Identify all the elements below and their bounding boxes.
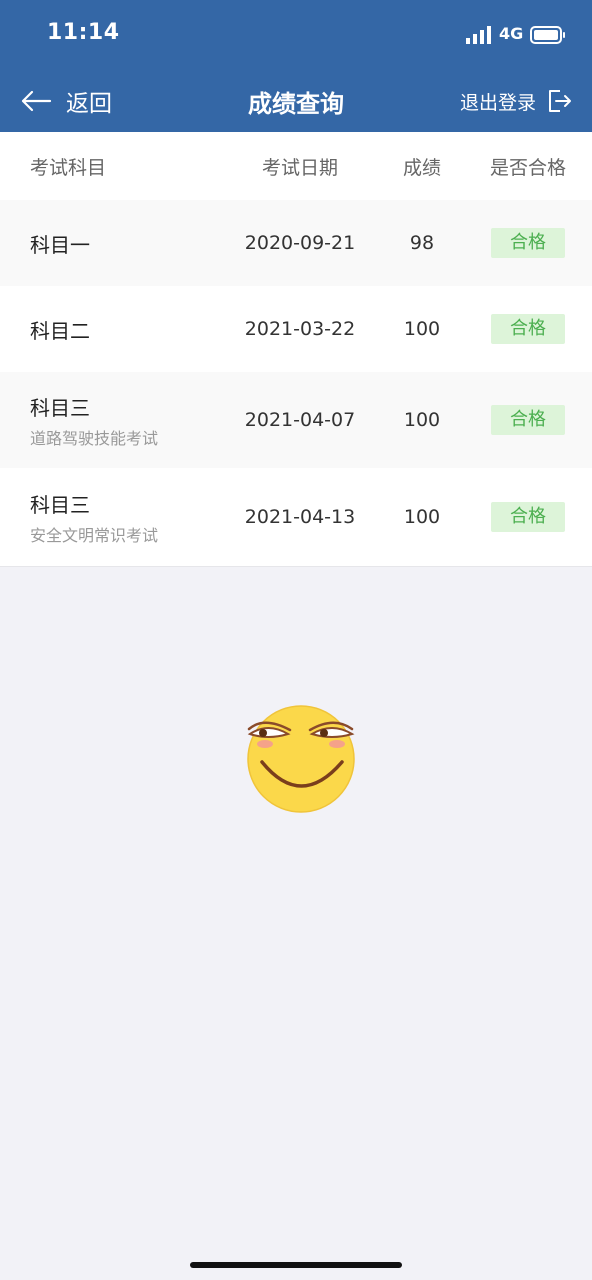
subject-name: 科目三 [30, 395, 90, 420]
pass-badge: 合格 [491, 502, 565, 532]
network-type: 4G [499, 24, 524, 43]
app-header: 11:14 4G 返回 成绩查询 退出登录 [0, 0, 592, 132]
subject-subtitle: 道路驾驶技能考试 [30, 428, 159, 448]
pass-badge: 合格 [491, 314, 565, 344]
table-row: 科目二 2021-03-22 100 合格 [0, 286, 592, 372]
header-date: 考试日期 [261, 156, 338, 179]
subject-name: 科目一 [30, 232, 90, 257]
header-pass: 是否合格 [489, 156, 566, 179]
signal-icon [466, 26, 491, 44]
table-header: 考试科目 考试日期 成绩 是否合格 [0, 132, 592, 200]
subject-cell: 科目三 道路驾驶技能考试 [0, 392, 232, 449]
pass-badge: 合格 [491, 405, 565, 435]
header-score: 成绩 [402, 156, 441, 179]
subject-cell: 科目二 [0, 315, 232, 344]
pass-badge: 合格 [491, 228, 565, 258]
score-table: 考试科目 考试日期 成绩 是否合格 科目一 2020-09-21 98 合格 科… [0, 132, 592, 567]
arrow-left-icon [21, 90, 52, 112]
status-bar: 11:14 4G [0, 0, 592, 72]
date-cell: 2021-04-07 [244, 409, 356, 431]
subject-subtitle: 安全文明常识考试 [30, 525, 159, 545]
nav-bar: 返回 成绩查询 退出登录 [0, 72, 592, 132]
pass-cell: 合格 [476, 502, 580, 532]
pass-cell: 合格 [476, 314, 580, 344]
subject-name: 科目二 [30, 318, 90, 343]
header-subject: 考试科目 [30, 156, 107, 179]
subject-name: 科目三 [30, 492, 90, 517]
date-cell: 2021-03-22 [244, 318, 356, 340]
battery-icon [530, 26, 565, 44]
subject-cell: 科目一 [0, 229, 232, 258]
back-label: 返回 [66, 91, 112, 117]
pass-cell: 合格 [476, 228, 580, 258]
pass-cell: 合格 [476, 405, 580, 435]
back-button[interactable]: 返回 [20, 82, 112, 120]
table-row: 科目三 道路驾驶技能考试 2021-04-07 100 合格 [0, 372, 592, 468]
logout-label: 退出登录 [459, 91, 536, 114]
date-cell: 2021-04-13 [244, 506, 356, 528]
score-cell: 100 [403, 506, 441, 528]
table-divider [0, 566, 592, 567]
status-time: 11:14 [47, 20, 120, 45]
date-cell: 2020-09-21 [244, 232, 356, 254]
logout-button[interactable]: 退出登录 [460, 84, 572, 118]
smirk-emoji-icon [247, 705, 355, 813]
score-cell: 98 [409, 232, 435, 254]
logout-icon [549, 90, 571, 112]
score-cell: 100 [403, 318, 441, 340]
subject-cell: 科目三 安全文明常识考试 [0, 489, 232, 546]
table-row: 科目一 2020-09-21 98 合格 [0, 200, 592, 286]
home-indicator[interactable] [190, 1262, 402, 1268]
table-row: 科目三 安全文明常识考试 2021-04-13 100 合格 [0, 468, 592, 566]
score-cell: 100 [403, 409, 441, 431]
